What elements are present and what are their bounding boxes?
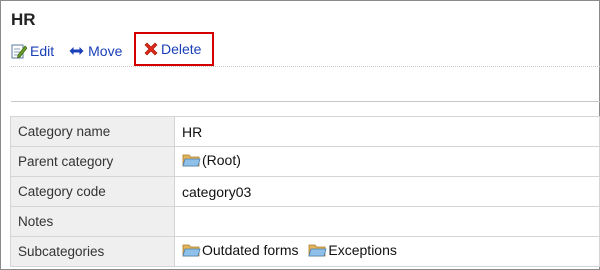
move-button[interactable]: Move — [68, 43, 122, 59]
toolbar: Edit Move — [11, 41, 136, 61]
subcategory-label: Exceptions — [328, 242, 397, 258]
subcategory-item[interactable]: Exceptions — [308, 242, 397, 261]
category-code-value: category03 — [174, 176, 600, 207]
subcategory-item[interactable]: Outdated forms — [182, 242, 302, 258]
table-row: Category name HR — [10, 116, 600, 147]
move-arrows-icon — [69, 47, 84, 55]
edit-label: Edit — [30, 43, 55, 59]
row-label: Parent category — [10, 146, 175, 177]
toolbar-divider — [11, 66, 600, 67]
table-row: Parent category (Root) — [10, 146, 600, 177]
folder-icon — [182, 152, 201, 171]
table-row: Notes — [10, 206, 600, 237]
table-row: Subcategories Outdated forms Exceptions — [10, 236, 600, 267]
folder-icon — [182, 242, 201, 261]
subcategory-label: Outdated forms — [202, 242, 299, 258]
edit-button[interactable]: Edit — [11, 43, 54, 59]
row-label: Notes — [10, 206, 175, 237]
row-label: Category name — [10, 116, 175, 147]
row-label: Category code — [10, 176, 175, 207]
parent-category-cell: (Root) — [174, 146, 600, 177]
subcategories-cell: Outdated forms Exceptions — [174, 236, 600, 267]
delete-x-icon — [144, 42, 158, 56]
edit-icon — [11, 44, 27, 59]
parent-category-link[interactable]: (Root) — [202, 152, 241, 168]
page-title: HR — [11, 10, 36, 29]
notes-value — [174, 206, 600, 237]
delete-button[interactable]: Delete — [134, 32, 214, 66]
delete-label: Delete — [161, 41, 202, 57]
folder-icon — [308, 242, 327, 261]
category-name-value: HR — [174, 116, 600, 147]
move-label: Move — [88, 43, 123, 59]
row-label: Subcategories — [10, 236, 175, 267]
table-row: Category code category03 — [10, 176, 600, 207]
section-divider — [11, 101, 600, 102]
category-details-table: Category name HR Parent category (Root) … — [10, 116, 600, 267]
